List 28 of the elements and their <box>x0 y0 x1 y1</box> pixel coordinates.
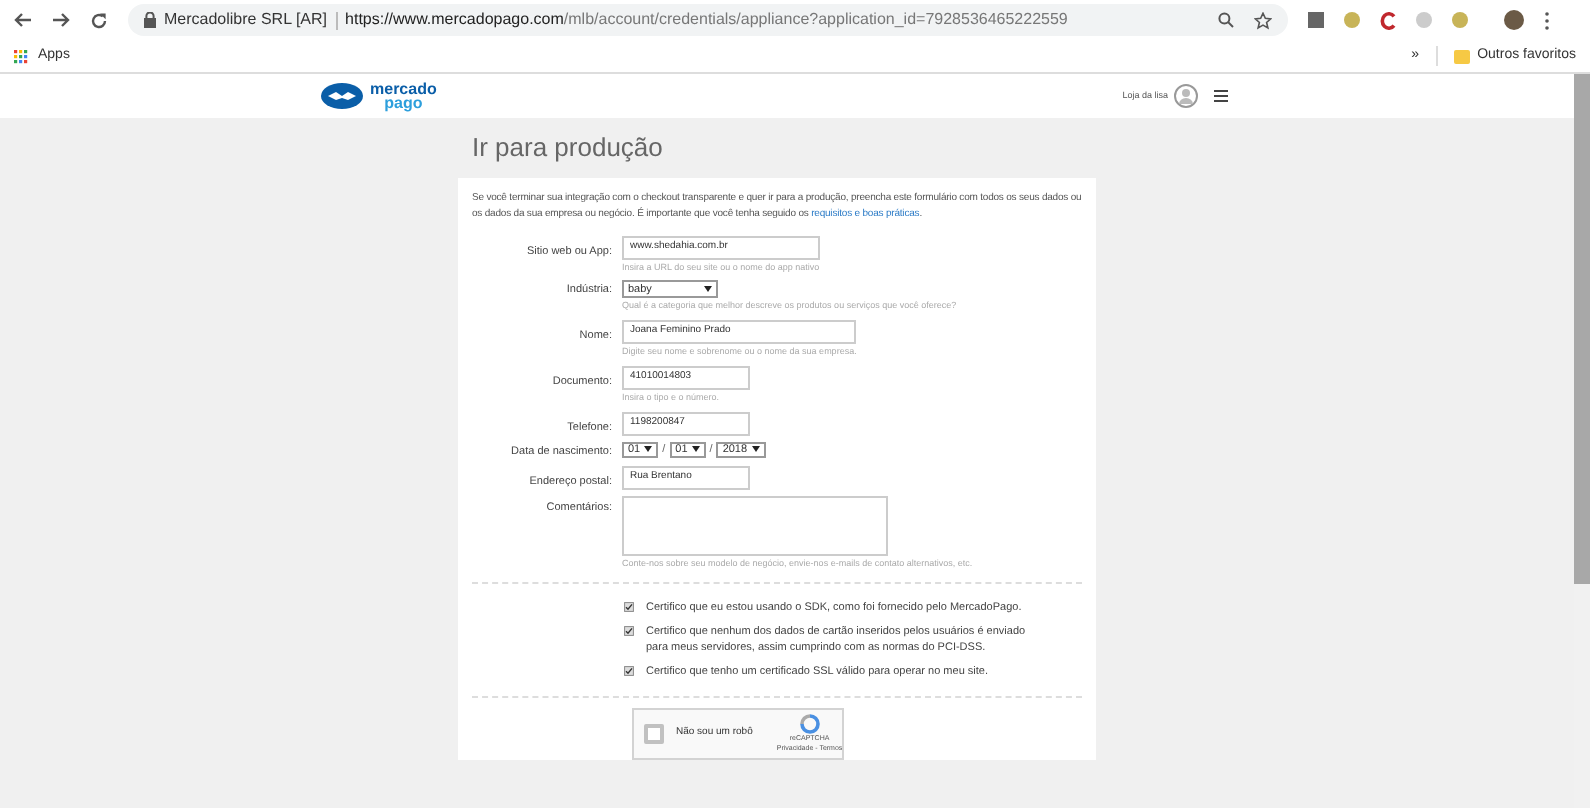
checkbox[interactable] <box>624 666 634 676</box>
folder-icon <box>1453 49 1470 63</box>
lock-icon <box>144 12 156 28</box>
handshake-logo-icon <box>320 82 364 110</box>
address-bar[interactable]: Mercadolibre SRL [AR] https://www.mercadopago.com/mlb/account/credentials/appliance?application_id=7928536465222559 <box>128 4 1288 36</box>
reload-icon[interactable] <box>90 11 108 29</box>
extension-icon[interactable] <box>1380 11 1396 29</box>
caret-icon <box>691 446 700 453</box>
caret-icon <box>704 286 712 293</box>
recaptcha-logo-icon <box>799 713 820 734</box>
forward-icon[interactable] <box>52 12 70 28</box>
star-icon[interactable] <box>1254 11 1272 29</box>
comment-field[interactable] <box>622 496 888 557</box>
checkbox[interactable] <box>624 602 634 612</box>
apps-grid-icon <box>14 49 28 63</box>
user-avatar-icon[interactable] <box>1174 84 1198 108</box>
caret-icon <box>751 446 760 453</box>
checkbox[interactable] <box>624 626 634 636</box>
page-title: Ir para produção <box>470 130 665 166</box>
captcha-checkbox[interactable] <box>644 724 664 744</box>
menu-icon[interactable] <box>1544 11 1550 29</box>
back-icon[interactable] <box>14 12 32 28</box>
logo[interactable]: mercado pago <box>320 82 437 110</box>
zoom-icon[interactable] <box>1218 12 1234 28</box>
url-divider <box>335 11 338 29</box>
menu-icon[interactable] <box>1214 90 1228 102</box>
caret-icon <box>644 446 653 453</box>
avatar-icon[interactable] <box>1504 10 1524 30</box>
